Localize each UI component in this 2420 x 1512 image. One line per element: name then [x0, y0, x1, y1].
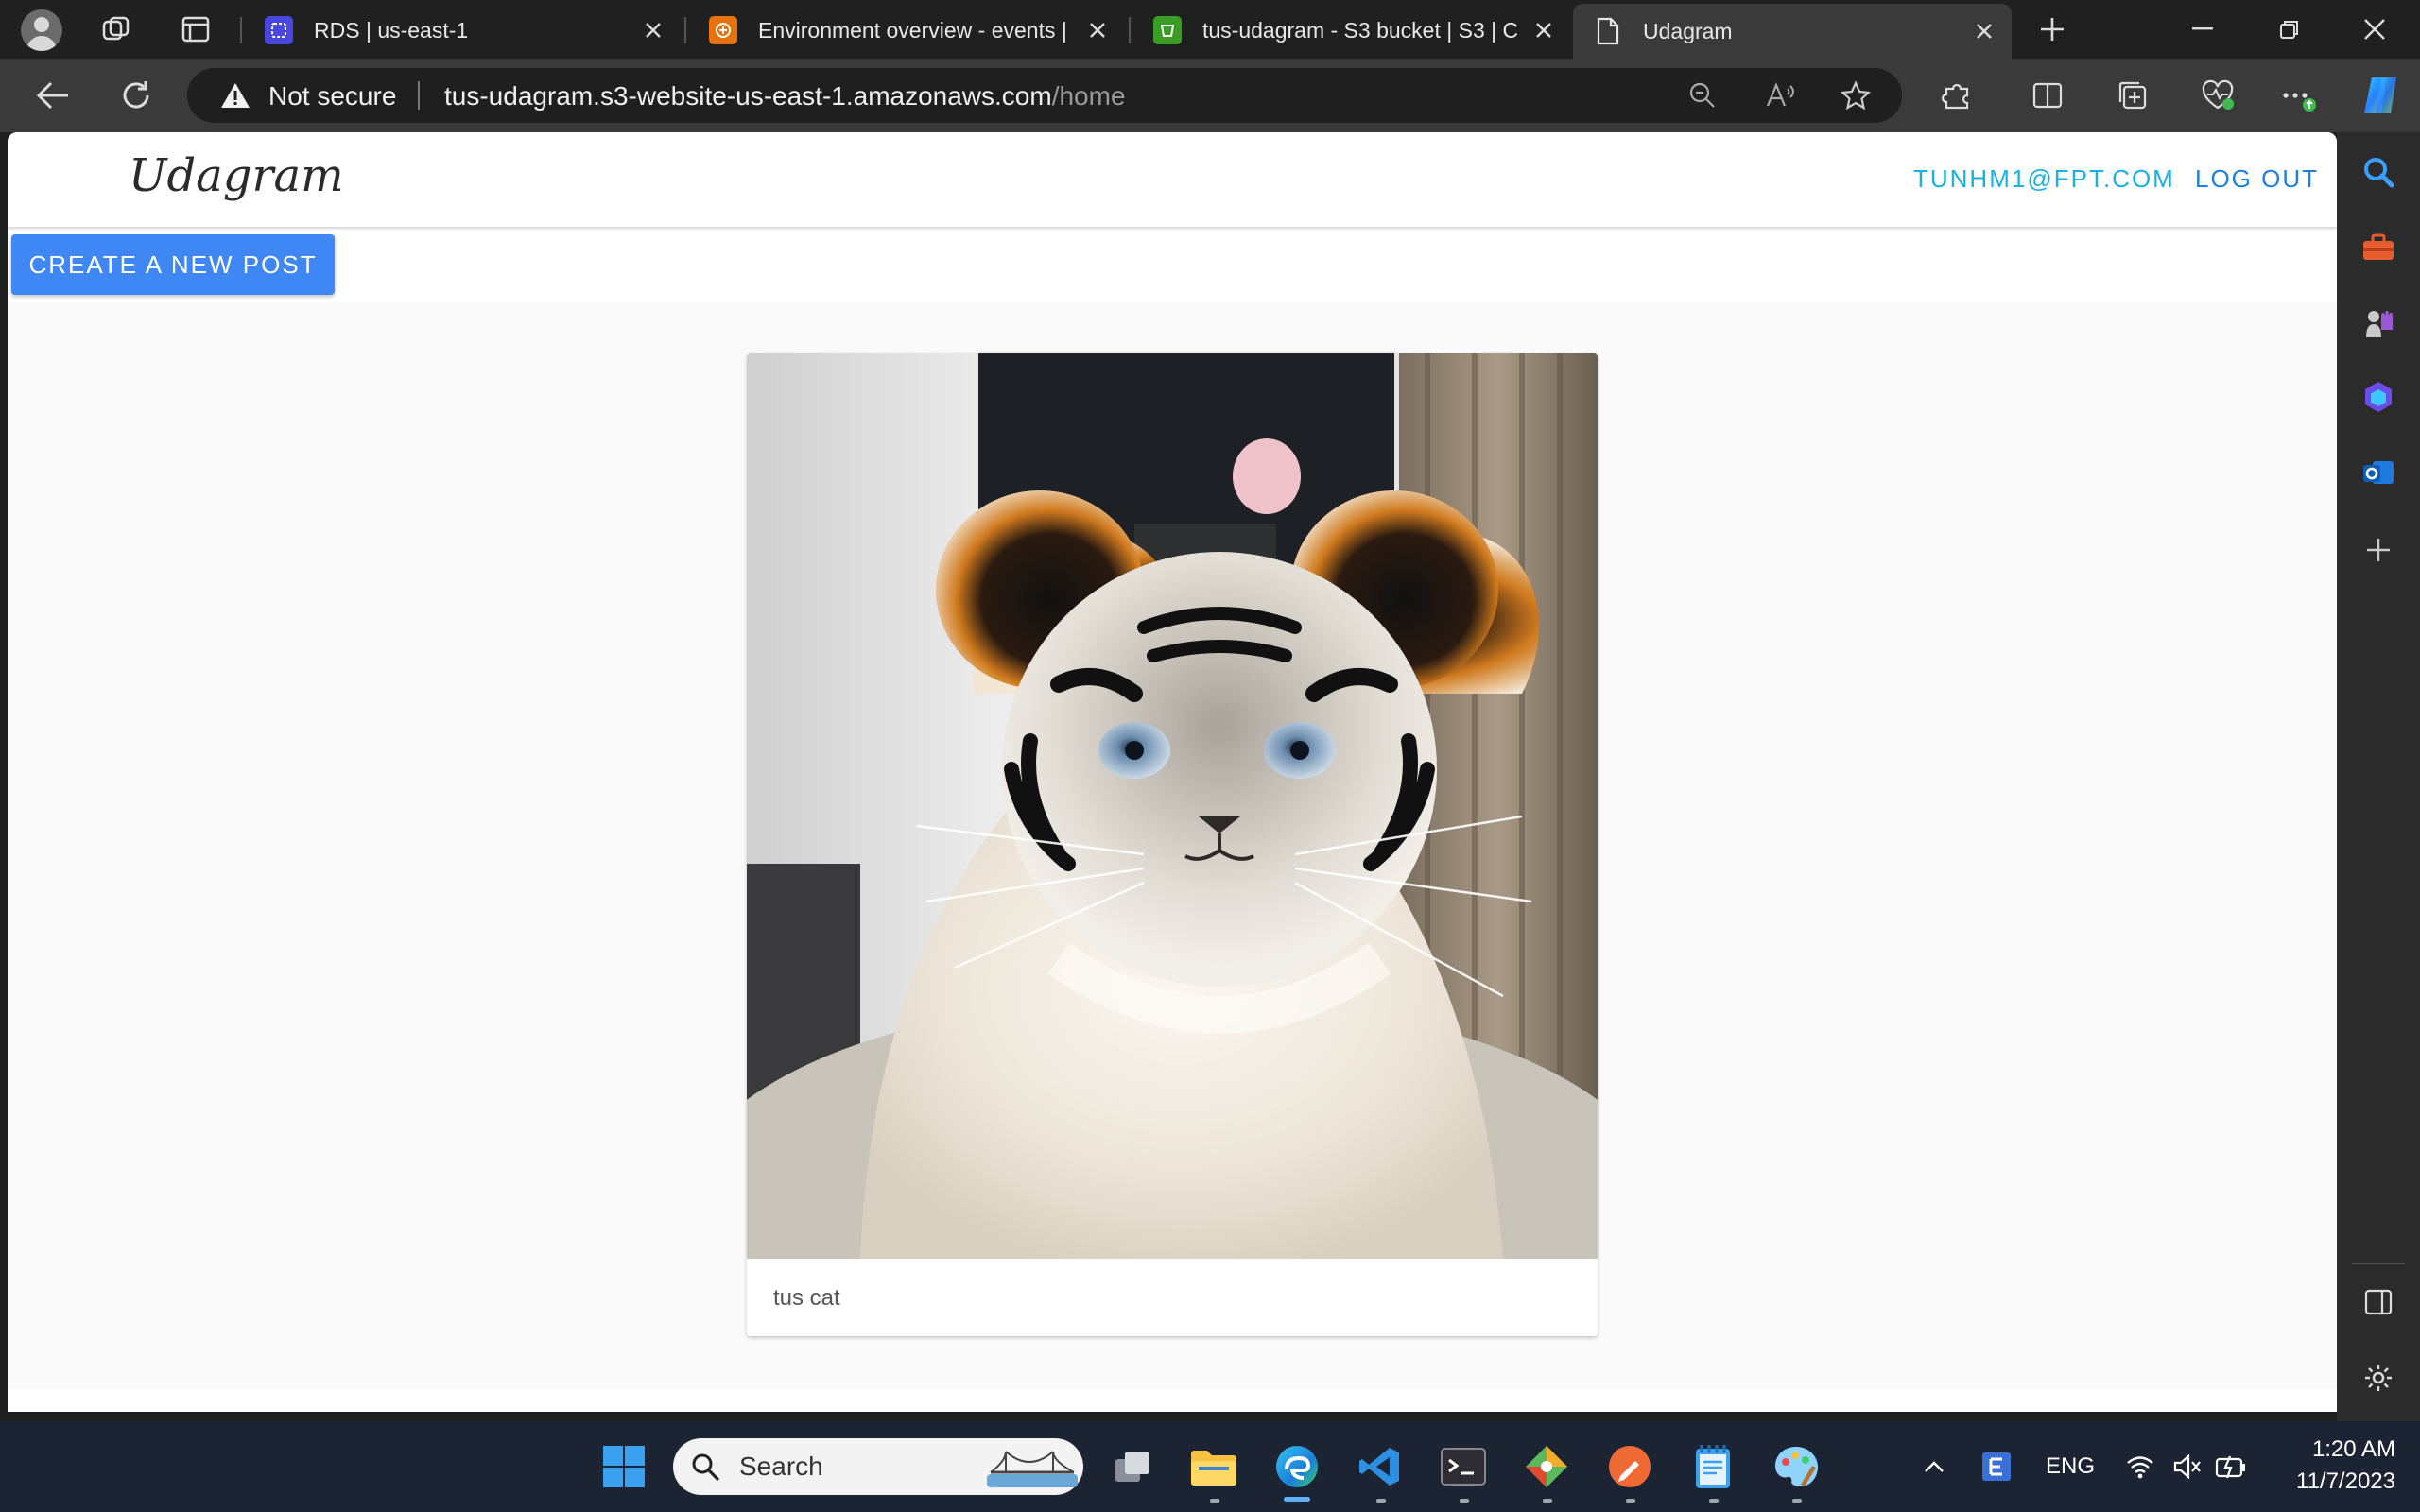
split-screen-icon[interactable] — [2029, 77, 2066, 114]
url-text[interactable]: tus-udagram.s3-website-us-east-1.amazona… — [444, 81, 1126, 112]
task-view-icon[interactable] — [1108, 1442, 1157, 1491]
more-menu-icon[interactable] — [2278, 77, 2316, 114]
favorite-star-icon[interactable] — [1838, 77, 1874, 113]
postman-icon[interactable] — [1605, 1442, 1654, 1491]
language-indicator[interactable]: ENG — [2046, 1453, 2095, 1480]
browser-toolbar: Not secure tus-udagram.s3-website-us-eas… — [0, 59, 2420, 132]
clock-time[interactable]: 1:20 AM — [2278, 1436, 2395, 1463]
s3-favicon-icon — [1153, 16, 1182, 44]
windows-start-icon[interactable] — [599, 1442, 648, 1491]
clock-date[interactable]: 11/7/2023 — [2269, 1469, 2395, 1495]
search-icon — [690, 1452, 720, 1486]
read-aloud-icon[interactable] — [1762, 77, 1798, 113]
close-tab-icon[interactable] — [1970, 17, 1998, 45]
workspaces-icon[interactable] — [100, 13, 132, 45]
battery-charging-icon[interactable] — [2212, 1442, 2250, 1491]
running-indicator — [1210, 1499, 1219, 1503]
zoom-out-icon[interactable] — [1685, 77, 1720, 113]
tab-s3-bucket[interactable]: tus-udagram - S3 bucket | S3 | C — [1132, 4, 1571, 57]
close-window-icon[interactable] — [2346, 6, 2403, 53]
address-bar[interactable]: Not secure tus-udagram.s3-website-us-eas… — [187, 68, 1902, 123]
beanstalk-favicon-icon — [709, 16, 737, 44]
post-card: tus cat — [747, 353, 1598, 1336]
tab-title: tus-udagram - S3 bucket | S3 | C — [1202, 17, 1519, 43]
paint-icon[interactable] — [1772, 1442, 1821, 1491]
url-path: /home — [1051, 81, 1126, 111]
tab-strip: RDS | us-east-1 Environment overview - e… — [0, 0, 2420, 59]
tab-actions-icon[interactable] — [180, 13, 212, 45]
sidebar-search-icon[interactable] — [2358, 151, 2399, 193]
terminal-icon[interactable] — [1439, 1442, 1488, 1491]
hide-sidebar-icon[interactable] — [2358, 1281, 2399, 1323]
tab-title: Environment overview - events | — [758, 17, 1067, 43]
edge-sidebar — [2337, 132, 2420, 1421]
post-caption: tus cat — [773, 1285, 840, 1311]
create-post-button[interactable]: CREATE A NEW POST — [11, 234, 335, 295]
active-app-indicator — [1284, 1497, 1310, 1502]
close-tab-icon[interactable] — [1083, 16, 1112, 44]
minimize-icon[interactable] — [2174, 6, 2231, 53]
running-indicator — [1709, 1499, 1719, 1503]
volume-muted-icon[interactable] — [2169, 1442, 2206, 1491]
page-favicon-icon — [1594, 17, 1622, 45]
running-indicator — [1376, 1499, 1386, 1503]
edge-browser-icon[interactable] — [1272, 1442, 1322, 1491]
new-tab-icon[interactable] — [2036, 13, 2068, 45]
show-hidden-icons-chevron-icon[interactable] — [1915, 1442, 1953, 1491]
browser-essentials-icon[interactable] — [2199, 77, 2237, 114]
warning-icon[interactable] — [219, 81, 251, 114]
refresh-icon[interactable] — [117, 77, 155, 114]
tray-app-icon[interactable] — [1976, 1442, 2017, 1491]
sidebar-add-icon[interactable] — [2358, 529, 2399, 571]
sourcetree-icon[interactable] — [1522, 1442, 1571, 1491]
running-indicator — [1543, 1499, 1552, 1503]
sidebar-games-icon[interactable] — [2358, 302, 2399, 344]
running-indicator — [1460, 1499, 1469, 1503]
collections-icon[interactable] — [2114, 77, 2152, 114]
running-indicator — [1626, 1499, 1635, 1503]
post-feed: tus cat — [8, 302, 2337, 1389]
sidebar-divider — [2352, 1263, 2405, 1264]
divider — [418, 81, 420, 110]
sidebar-settings-gear-icon[interactable] — [2358, 1357, 2399, 1399]
tab-udagram[interactable]: Udagram — [1573, 4, 2012, 59]
file-explorer-icon[interactable] — [1189, 1442, 1238, 1491]
running-indicator — [1792, 1499, 1802, 1503]
close-tab-icon[interactable] — [1530, 16, 1558, 44]
profile-avatar-icon[interactable] — [21, 9, 62, 51]
extensions-icon[interactable] — [1938, 77, 1976, 114]
sidebar-copilot-designer-icon[interactable] — [2358, 376, 2399, 418]
tab-title: RDS | us-east-1 — [314, 17, 469, 43]
post-image — [747, 353, 1598, 1259]
vscode-icon[interactable] — [1356, 1442, 1405, 1491]
brand-logo[interactable]: Udagram — [129, 149, 344, 202]
close-tab-icon[interactable] — [639, 16, 667, 44]
logout-button[interactable]: LOG OUT — [2195, 164, 2319, 194]
back-arrow-icon[interactable] — [34, 77, 72, 114]
tab-environment-overview[interactable]: Environment overview - events | — [688, 4, 1125, 57]
rds-favicon-icon — [265, 16, 293, 44]
tab-title: Udagram — [1643, 18, 1733, 43]
user-email-link[interactable]: TUNHM1@FPT.COM — [1913, 164, 2175, 194]
search-highlight-bridge-icon — [987, 1446, 1078, 1492]
sidebar-outlook-icon[interactable] — [2358, 452, 2399, 493]
security-label[interactable]: Not secure — [268, 81, 396, 112]
search-placeholder: Search — [739, 1452, 823, 1481]
restore-icon[interactable] — [2261, 6, 2318, 53]
page-viewport: Udagram TUNHM1@FPT.COM LOG OUT CREATE A … — [8, 132, 2337, 1412]
sidebar-tools-icon[interactable] — [2358, 227, 2399, 268]
taskbar-search[interactable]: Search — [673, 1438, 1083, 1495]
windows-taskbar: Search ENG 1:20 AM 11/7/2023 — [0, 1421, 2420, 1512]
url-host: tus-udagram.s3-website-us-east-1.amazona… — [444, 81, 1052, 111]
copilot-icon[interactable] — [2358, 73, 2403, 118]
wifi-icon[interactable] — [2121, 1442, 2159, 1491]
app-header: Udagram TUNHM1@FPT.COM LOG OUT — [8, 132, 2337, 227]
tab-rds[interactable]: RDS | us-east-1 — [244, 4, 681, 57]
notepad-icon[interactable] — [1688, 1442, 1737, 1491]
